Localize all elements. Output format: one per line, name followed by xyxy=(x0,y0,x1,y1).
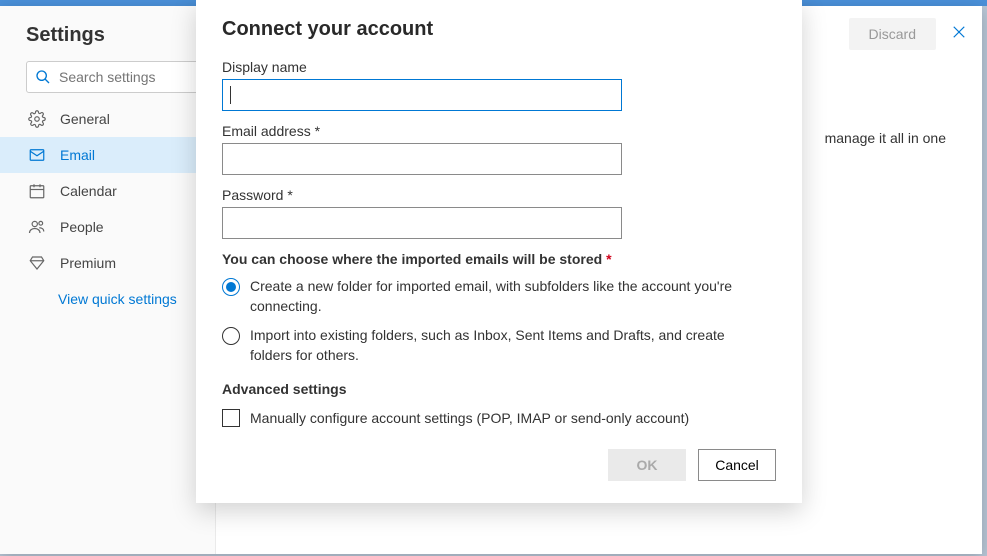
nav-email[interactable]: Email xyxy=(0,137,215,173)
password-field: Password * xyxy=(222,187,776,239)
search-icon xyxy=(35,69,51,85)
email-input[interactable] xyxy=(222,143,622,175)
radio-label: Import into existing folders, such as In… xyxy=(250,326,776,365)
dialog-title: Connect your account xyxy=(222,18,776,41)
display-name-label: Display name xyxy=(222,59,776,75)
nav-label: People xyxy=(60,219,104,235)
radio-label: Create a new folder for imported email, … xyxy=(250,277,776,316)
checkbox-icon[interactable] xyxy=(222,409,240,427)
email-field: Email address * xyxy=(222,123,776,175)
gear-icon xyxy=(28,110,46,128)
email-label: Email address * xyxy=(222,123,776,139)
background-text-snippet: manage it all in one xyxy=(825,130,946,146)
people-icon xyxy=(28,218,46,236)
settings-sidebar: Settings General Email Calendar People xyxy=(0,6,216,554)
password-label: Password * xyxy=(222,187,776,203)
nav-people[interactable]: People xyxy=(0,209,215,245)
cancel-button[interactable]: Cancel xyxy=(698,449,776,481)
view-quick-settings-link[interactable]: View quick settings xyxy=(0,281,215,307)
required-asterisk: * xyxy=(606,251,611,267)
nav-label: Calendar xyxy=(60,183,117,199)
mail-icon xyxy=(28,146,46,164)
close-icon xyxy=(950,23,968,41)
search-settings-input[interactable] xyxy=(59,69,192,85)
connect-account-dialog: Connect your account Display name Email … xyxy=(196,0,802,503)
nav-general[interactable]: General xyxy=(0,101,215,137)
advanced-settings-heading: Advanced settings xyxy=(222,381,776,397)
search-settings-wrap[interactable] xyxy=(26,61,201,93)
display-name-input[interactable] xyxy=(222,79,622,111)
radio-icon[interactable] xyxy=(222,327,240,345)
nav-label: Email xyxy=(60,147,95,163)
storage-option-existing-folders[interactable]: Import into existing folders, such as In… xyxy=(222,326,776,365)
text-caret xyxy=(230,86,231,104)
manual-configure-row[interactable]: Manually configure account settings (POP… xyxy=(222,409,776,427)
checkbox-label: Manually configure account settings (POP… xyxy=(250,410,689,426)
radio-icon[interactable] xyxy=(222,278,240,296)
settings-nav: General Email Calendar People Premium xyxy=(0,101,215,281)
password-input[interactable] xyxy=(222,207,622,239)
diamond-icon xyxy=(28,254,46,272)
nav-calendar[interactable]: Calendar xyxy=(0,173,215,209)
close-settings-button[interactable] xyxy=(950,23,968,46)
calendar-icon xyxy=(28,182,46,200)
settings-title: Settings xyxy=(0,24,215,61)
nav-label: General xyxy=(60,111,110,127)
storage-heading: You can choose where the imported emails… xyxy=(222,251,776,267)
display-name-field: Display name xyxy=(222,59,776,111)
storage-option-new-folder[interactable]: Create a new folder for imported email, … xyxy=(222,277,776,316)
discard-button[interactable]: Discard xyxy=(849,18,936,50)
panel-header-actions: Discard xyxy=(849,18,968,50)
nav-premium[interactable]: Premium xyxy=(0,245,215,281)
dialog-footer: OK Cancel xyxy=(222,449,776,481)
nav-label: Premium xyxy=(60,255,116,271)
ok-button[interactable]: OK xyxy=(608,449,686,481)
